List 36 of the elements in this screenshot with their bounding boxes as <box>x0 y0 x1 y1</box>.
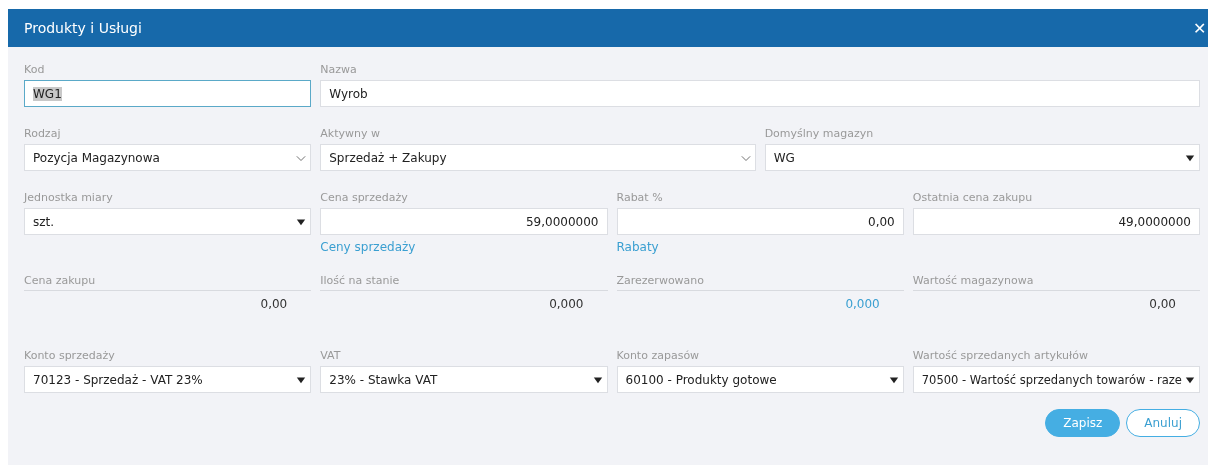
input-field[interactable]: Wyrob <box>320 80 1200 107</box>
field-label: Nazwa <box>320 63 357 77</box>
field-label: Kod <box>24 63 45 77</box>
field-label: Ilość na stanie <box>320 274 608 291</box>
field-label: Cena zakupu <box>24 274 312 291</box>
dropdown-field[interactable]: szt. <box>24 208 312 235</box>
field-label: Konto sprzedaży <box>24 349 115 363</box>
dropdown-field[interactable]: WG <box>764 144 1200 171</box>
dropdown-field[interactable]: 70123 - Sprzedaż - VAT 23% <box>24 366 312 393</box>
field-label: Zarezerwowano <box>616 274 904 291</box>
input-field[interactable]: WG1 <box>24 80 312 107</box>
field-label: Aktywny w <box>320 127 380 141</box>
dropdown-field[interactable]: Pozycja Magazynowa <box>24 144 312 171</box>
field-label: Cena sprzedaży <box>320 191 408 205</box>
field-value: 0,00 <box>259 297 289 313</box>
close-button[interactable]: ✕ <box>1191 18 1208 38</box>
field-label: Ostatnia cena zakupu <box>912 191 1033 205</box>
field-label: Rabat % <box>616 191 663 205</box>
field-label: Jednostka miary <box>24 191 113 205</box>
input-field[interactable]: 59,0000000 <box>320 208 608 235</box>
field-label: VAT <box>320 349 341 363</box>
field-label: Rodzaj <box>24 127 61 141</box>
field-label: Domyślny magazyn <box>764 127 874 141</box>
field-value: 0,000 <box>548 297 585 313</box>
dropdown-field[interactable]: Sprzedaż + Zakupy <box>320 144 756 171</box>
dropdown-field[interactable]: 23% - Stawka VAT <box>320 366 608 393</box>
dropdown-field[interactable]: 60100 - Produkty gotowe <box>616 366 904 393</box>
field-value: 0,00 <box>1148 297 1177 313</box>
field-label: Konto zapasów <box>616 349 700 363</box>
window-title: Produkty i Usługi <box>24 20 142 36</box>
field-label: Wartość magazynowa <box>912 274 1200 291</box>
input-field[interactable]: 0,00 <box>616 208 904 235</box>
field-value: 0,000 <box>844 297 881 313</box>
dropdown-field[interactable]: 70500 - Wartość sprzedanych towarów - raze <box>912 366 1200 393</box>
input-field[interactable]: 49,0000000 <box>912 208 1200 235</box>
field-label: Wartość sprzedanych artykułów <box>912 349 1088 363</box>
